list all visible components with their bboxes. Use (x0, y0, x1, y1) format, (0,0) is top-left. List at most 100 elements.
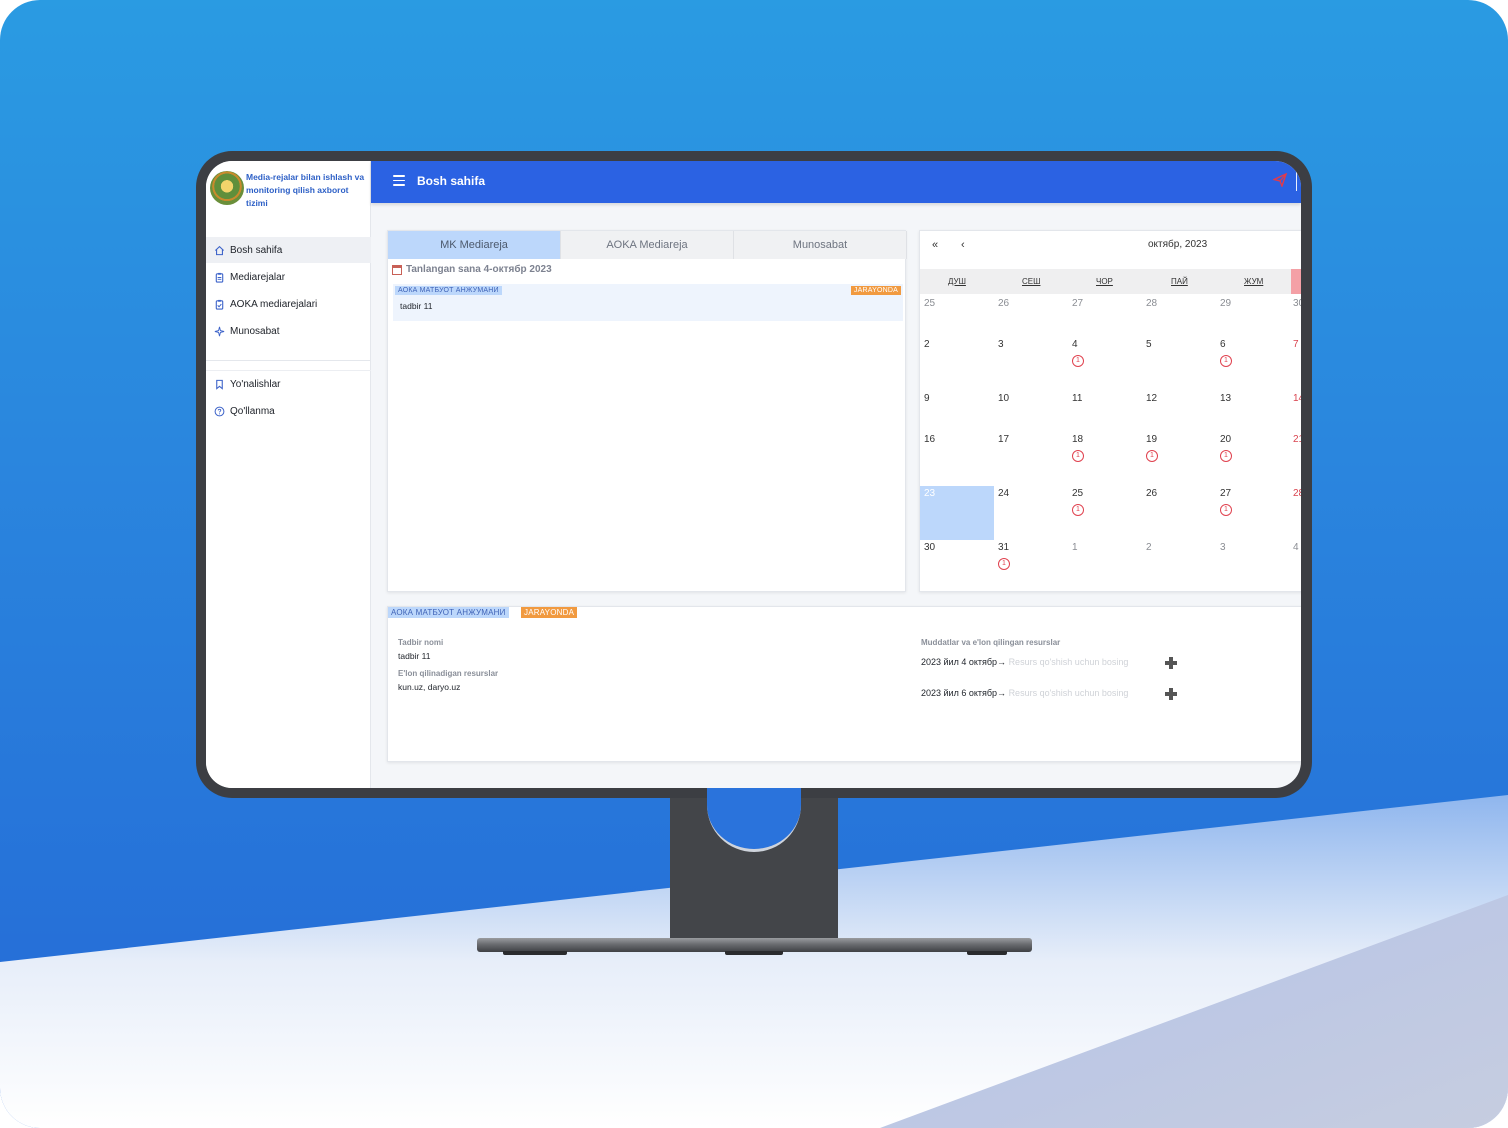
add-resource-hint[interactable]: Resurs qo'shish uchun bosing (1009, 657, 1129, 667)
event-name-value: tadbir 11 (398, 651, 431, 661)
calendar-day[interactable]: 5 (1146, 339, 1152, 350)
tab-aoka-mediareja[interactable]: AOKA Mediareja (561, 231, 734, 259)
calendar-day[interactable]: 4 (1072, 339, 1078, 350)
event-count-badge[interactable]: 1 (1072, 355, 1084, 367)
calendar-day[interactable]: 24 (998, 488, 1009, 499)
calendar-day[interactable]: 1 (1072, 542, 1078, 553)
sidebar: Media-rejalar bilan ishlash va monitorin… (206, 161, 371, 788)
calendar-day[interactable]: 6 (1220, 339, 1226, 350)
weekday-label: ЖУМ (1244, 277, 1264, 286)
calendar-day[interactable]: 18 (1072, 434, 1083, 445)
event-count-badge[interactable]: 1 (1220, 450, 1232, 462)
calendar-day[interactable]: 28 (1293, 488, 1301, 499)
deadline-date: 2023 йил 6 октябр→ (921, 688, 1007, 698)
calendar-day[interactable]: 4 (1293, 542, 1299, 553)
calendar-day[interactable]: 14 (1293, 393, 1301, 404)
weekday-label: СЕШ (1022, 277, 1041, 286)
event-count-badge[interactable]: 1 (1072, 450, 1084, 462)
tab-munosabat[interactable]: Munosabat (734, 231, 907, 259)
calendar-day[interactable]: 13 (1220, 393, 1231, 404)
sidebar-item-label: AOKA mediarejalari (230, 298, 318, 310)
event-count-badge[interactable]: 1 (1146, 450, 1158, 462)
calendar-day[interactable]: 3 (998, 339, 1004, 350)
event-count-badge[interactable]: 1 (1220, 355, 1232, 367)
selected-date-label: Tanlangan sana 4-октябр 2023 (406, 264, 552, 275)
monitor-foot (503, 951, 567, 955)
calendar-day[interactable]: 10 (998, 393, 1009, 404)
monitor-foot (725, 951, 783, 955)
monitor-foot (967, 951, 1007, 955)
sidebar-item-aoka-mediarejalari[interactable]: AOKA mediarejalari (206, 291, 371, 317)
sidebar-item-mediarejalar[interactable]: Mediarejalar (206, 264, 371, 290)
event-item[interactable]: АОКА МАТБУОТ АНЖУМАНИ JARAYONDA tadbir 1… (393, 284, 903, 321)
resources-label: E'lon qilinadigan resurslar (398, 669, 499, 678)
clipboard-icon (213, 271, 225, 283)
sidebar-item-label: Yo'nalishlar (230, 378, 281, 390)
selected-date: Tanlangan sana 4-октябр 2023 (392, 264, 552, 275)
calendar-day[interactable]: 3 (1220, 542, 1226, 553)
calendar-day[interactable]: 25 (924, 298, 935, 309)
calendar-day[interactable]: 7 (1293, 339, 1299, 350)
calendar-day[interactable]: 19 (1146, 434, 1157, 445)
weekday-label: ДУШ (948, 277, 966, 286)
event-count-badge[interactable]: 1 (1072, 504, 1084, 516)
sidebar-item-label: Mediarejalar (230, 271, 286, 283)
page-title: Bosh sahifa (417, 174, 486, 188)
calendar-day[interactable]: 25 (1072, 488, 1083, 499)
event-name: tadbir 11 (400, 301, 433, 311)
sidebar-item-yonalishlar[interactable]: Yo'nalishlar (206, 371, 371, 397)
calendar-day[interactable]: 17 (998, 434, 1009, 445)
event-details-panel: АОКА МАТБУОТ АНЖУМАНИ JARAYONDA Tadbir n… (387, 606, 1301, 762)
prev-month-button[interactable]: ‹ (961, 239, 965, 251)
sidebar-item-label: Qo'llanma (230, 405, 275, 417)
calendar-day[interactable]: 20 (1220, 434, 1231, 445)
home-icon (213, 244, 225, 256)
prev-year-button[interactable]: « (932, 239, 938, 251)
weekend-header (1291, 269, 1301, 294)
calendar-day[interactable]: 2 (1146, 542, 1152, 553)
top-bar: Bosh sahifa (371, 161, 1301, 203)
help-circle-icon (213, 405, 225, 417)
calendar-day[interactable]: 26 (998, 298, 1009, 309)
calendar-day[interactable]: 16 (924, 434, 935, 445)
app-screen: Media-rejalar bilan ishlash va monitorin… (206, 161, 1301, 788)
details-status-badge: JARAYONDA (521, 607, 578, 618)
mediareja-tabs: MK Mediareja AOKA Mediareja Munosabat (388, 231, 907, 259)
brand[interactable]: Media-rejalar bilan ishlash va monitorin… (210, 169, 370, 219)
calendar-day[interactable]: 21 (1293, 434, 1301, 445)
calendar-day[interactable]: 27 (1220, 488, 1231, 499)
brand-title: Media-rejalar bilan ishlash va monitorin… (246, 172, 365, 208)
sidebar-item-bosh-sahifa[interactable]: Bosh sahifa (206, 237, 371, 263)
calendar-day[interactable]: 27 (1072, 298, 1083, 309)
calendar-day[interactable]: 26 (1146, 488, 1157, 499)
add-resource-icon[interactable] (1165, 688, 1177, 700)
calendar-day-today[interactable]: 23 (924, 488, 935, 499)
add-resource-icon[interactable] (1165, 657, 1177, 669)
add-resource-hint[interactable]: Resurs qo'shish uchun bosing (1009, 688, 1129, 698)
clipboard-check-icon (213, 298, 225, 310)
sidebar-item-label: Bosh sahifa (230, 244, 283, 256)
calendar-day[interactable]: 9 (924, 393, 930, 404)
calendar-day[interactable]: 30 (924, 542, 935, 553)
weekday-label: ЧОР (1096, 277, 1113, 286)
sidebar-item-label: Munosabat (230, 325, 280, 337)
calendar-day[interactable]: 29 (1220, 298, 1231, 309)
sidebar-item-munosabat[interactable]: Munosabat (206, 318, 371, 344)
event-name-label: Tadbir nomi (398, 638, 444, 647)
calendar-day[interactable]: 30 (1293, 298, 1301, 309)
calendar-day[interactable]: 31 (998, 542, 1009, 553)
event-count-badge[interactable]: 1 (998, 558, 1010, 570)
calendar-day[interactable]: 2 (924, 339, 930, 350)
event-count-badge[interactable]: 1 (1220, 504, 1232, 516)
calendar-icon (392, 264, 402, 275)
calendar-day[interactable]: 11 (1072, 393, 1082, 404)
calendar-day[interactable]: 28 (1146, 298, 1157, 309)
sidebar-item-qollanma[interactable]: Qo'llanma (206, 398, 371, 424)
emblem-logo (210, 171, 244, 205)
send-icon[interactable] (1271, 172, 1288, 190)
header-separator (1296, 171, 1297, 191)
menu-icon[interactable] (393, 175, 405, 187)
calendar-day[interactable]: 12 (1146, 393, 1157, 404)
tab-mk-mediareja[interactable]: MK Mediareja (388, 231, 561, 259)
calendar-panel: « ‹ октябр, 2023 ДУШ СЕШ ЧОР ПАЙ ЖУМ 25 … (919, 230, 1301, 592)
